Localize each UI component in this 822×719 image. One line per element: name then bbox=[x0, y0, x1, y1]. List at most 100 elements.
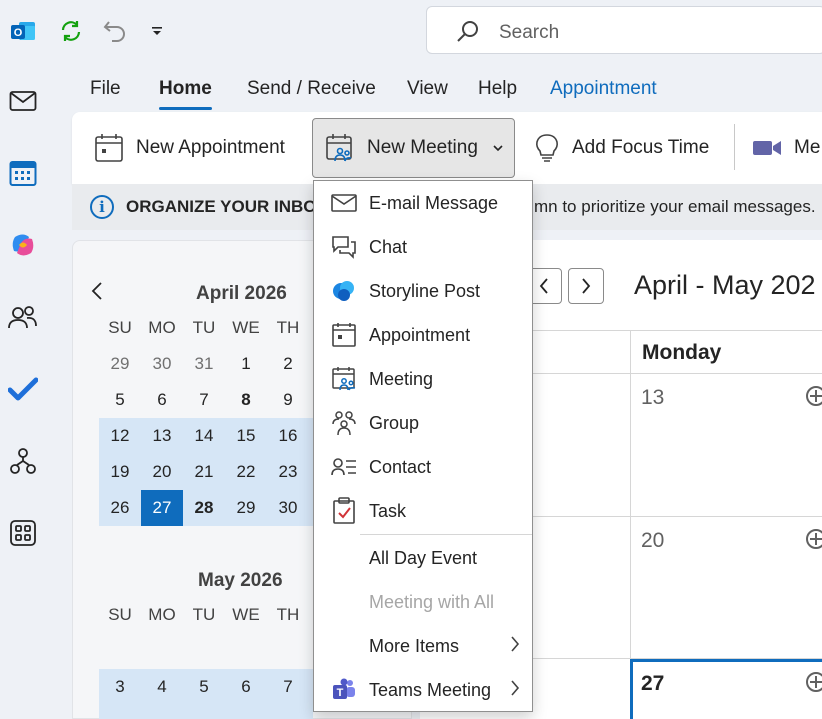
search-box[interactable]: Search bbox=[426, 6, 822, 54]
info-icon: i bbox=[90, 195, 114, 219]
weekday-label: WE bbox=[232, 318, 260, 337]
chevron-down-icon[interactable] bbox=[492, 141, 504, 155]
new-meeting-label: New Meeting bbox=[367, 137, 478, 158]
calendar-day[interactable]: 2 bbox=[267, 346, 309, 382]
menu-item-task[interactable]: Task bbox=[314, 490, 532, 532]
add-event-icon[interactable] bbox=[806, 386, 822, 406]
weekday-label: SU bbox=[108, 318, 132, 337]
tab-file[interactable]: File bbox=[90, 78, 121, 104]
teams-icon: T bbox=[330, 677, 358, 703]
calendar-day[interactable]: 13 bbox=[141, 418, 183, 454]
tab-appointment[interactable]: Appointment bbox=[550, 78, 657, 104]
apps-icon[interactable] bbox=[8, 518, 38, 548]
calendar-day[interactable]: 30 bbox=[141, 346, 183, 382]
calendar-day[interactable]: 28 bbox=[183, 490, 225, 526]
mail-icon[interactable] bbox=[8, 86, 38, 116]
tab-help[interactable]: Help bbox=[478, 78, 517, 104]
svg-text:T: T bbox=[337, 687, 344, 699]
new-appointment-button[interactable]: New Appointment bbox=[94, 118, 285, 178]
menu-item-meeting[interactable]: Meeting bbox=[314, 358, 532, 400]
tab-home[interactable]: Home bbox=[159, 78, 212, 110]
calendar-day[interactable]: 20 bbox=[141, 454, 183, 490]
date-number: 13 bbox=[641, 386, 665, 409]
calendar-day[interactable]: 19 bbox=[99, 454, 141, 490]
org-explorer-icon[interactable] bbox=[8, 446, 38, 476]
people-icon[interactable] bbox=[8, 302, 38, 332]
calendar-icon[interactable] bbox=[8, 158, 38, 188]
calendar-day[interactable]: 6 bbox=[141, 382, 183, 418]
calendar-day[interactable]: 7 bbox=[267, 669, 309, 705]
calendar-day[interactable]: 4 bbox=[141, 669, 183, 705]
contact-icon bbox=[330, 454, 358, 480]
menu-item-email-message[interactable]: E-mail Message bbox=[314, 182, 532, 224]
new-appointment-label: New Appointment bbox=[136, 137, 285, 158]
svg-text:O: O bbox=[14, 27, 23, 39]
menu-item-label: Contact bbox=[369, 456, 432, 477]
tab-send-receive[interactable]: Send / Receive bbox=[247, 78, 376, 104]
calendar-day[interactable]: 9 bbox=[267, 382, 309, 418]
calendar-day[interactable]: 5 bbox=[183, 669, 225, 705]
menu-item-group[interactable]: Group bbox=[314, 402, 532, 444]
calendar-day[interactable]: 12 bbox=[99, 418, 141, 454]
menu-item-more-items[interactable]: More Items bbox=[314, 625, 532, 667]
meet-now-button[interactable]: Me bbox=[752, 118, 820, 178]
calendar-day[interactable]: 29 bbox=[225, 490, 267, 526]
calendar-day[interactable]: 3 bbox=[99, 669, 141, 705]
menu-item-appointment[interactable]: Appointment bbox=[314, 314, 532, 356]
calendar-day[interactable]: 29 bbox=[99, 346, 141, 382]
calendar-day[interactable]: 8 bbox=[225, 382, 267, 418]
copilot-icon[interactable] bbox=[8, 230, 38, 260]
menu-item-storyline-post[interactable]: Storyline Post bbox=[314, 270, 532, 312]
menu-item-all-day-event[interactable]: All Day Event bbox=[314, 537, 532, 579]
todo-icon[interactable] bbox=[8, 374, 38, 404]
group-icon bbox=[330, 410, 358, 436]
weekday-label: MO bbox=[148, 318, 176, 337]
menu-item-label: Meeting bbox=[369, 368, 434, 389]
menu-item-label: E-mail Message bbox=[369, 192, 499, 213]
calendar-day[interactable]: 23 bbox=[267, 454, 309, 490]
menu-item-teams-meeting[interactable]: T Teams Meeting bbox=[314, 669, 532, 711]
menu-item-label: Task bbox=[369, 500, 407, 521]
menu-item-label: Appointment bbox=[369, 324, 471, 345]
next-range-button[interactable] bbox=[568, 268, 604, 304]
menu-item-label: More Items bbox=[369, 635, 460, 656]
envelope-icon bbox=[330, 190, 358, 216]
appointment-icon bbox=[330, 322, 358, 348]
calendar-day[interactable]: 31 bbox=[183, 346, 225, 382]
calendar-day[interactable]: 7 bbox=[183, 382, 225, 418]
menu-separator bbox=[360, 534, 532, 535]
weekday-label: TU bbox=[192, 605, 216, 624]
new-meeting-button[interactable]: New Meeting bbox=[312, 118, 515, 178]
task-icon bbox=[330, 497, 358, 524]
add-focus-time-label: Add Focus Time bbox=[572, 137, 710, 158]
undo-icon[interactable] bbox=[100, 14, 130, 48]
info-text: mn to prioritize your email messages. bbox=[534, 197, 816, 216]
add-event-icon[interactable] bbox=[806, 672, 822, 692]
calendar-day[interactable]: 14 bbox=[183, 418, 225, 454]
menu-item-chat[interactable]: Chat bbox=[314, 226, 532, 268]
mini-calendar-april-title: April 2026 bbox=[196, 283, 287, 304]
menu-item-contact[interactable]: Contact bbox=[314, 446, 532, 488]
add-focus-time-button[interactable]: Add Focus Time bbox=[534, 118, 709, 178]
calendar-day[interactable]: 21 bbox=[183, 454, 225, 490]
calendar-day[interactable]: 6 bbox=[225, 669, 267, 705]
info-title: ORGANIZE YOUR INBO bbox=[126, 197, 317, 216]
meet-now-label: Me bbox=[794, 137, 821, 158]
chat-icon bbox=[330, 234, 358, 260]
calendar-day[interactable]: 26 bbox=[99, 490, 141, 526]
meeting-icon bbox=[325, 133, 355, 163]
calendar-day[interactable]: 1 bbox=[225, 346, 267, 382]
tab-view[interactable]: View bbox=[407, 78, 448, 104]
calendar-day[interactable]: 15 bbox=[225, 418, 267, 454]
add-event-icon[interactable] bbox=[806, 529, 822, 549]
calendar-day[interactable]: 22 bbox=[225, 454, 267, 490]
customize-toolbar-icon[interactable] bbox=[146, 14, 168, 48]
today-indicator bbox=[630, 659, 822, 662]
calendar-day[interactable]: 16 bbox=[267, 418, 309, 454]
calendar-day[interactable]: 30 bbox=[267, 490, 309, 526]
calendar-day[interactable]: 5 bbox=[99, 382, 141, 418]
sync-icon[interactable] bbox=[56, 14, 86, 48]
calendar-day-today[interactable]: 27 bbox=[141, 490, 183, 526]
new-meeting-dropdown: E-mail Message Chat Storyline Post Appoi… bbox=[313, 180, 533, 712]
chevron-left-icon[interactable] bbox=[90, 280, 104, 307]
